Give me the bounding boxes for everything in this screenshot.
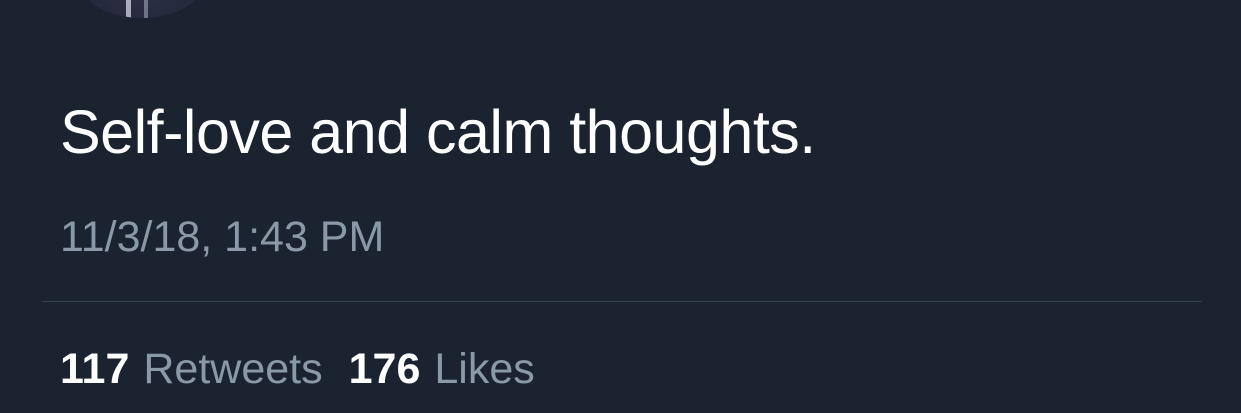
retweets-label: Retweets (143, 345, 323, 393)
avatar[interactable] (78, 0, 206, 18)
likes-stat[interactable]: 176 Likes (349, 342, 535, 396)
likes-count: 176 (348, 345, 421, 393)
tweet-text: Self-love and calm thoughts. (60, 98, 816, 166)
tweet-timestamp: 11/3/18, 1:43 PM (60, 213, 385, 261)
divider (42, 301, 1202, 302)
engagement-stats: 117 Retweets 176 Likes (60, 342, 561, 396)
retweets-count: 117 (60, 345, 130, 393)
likes-label: Likes (434, 345, 535, 393)
retweets-stat[interactable]: 117 Retweets (60, 342, 323, 396)
